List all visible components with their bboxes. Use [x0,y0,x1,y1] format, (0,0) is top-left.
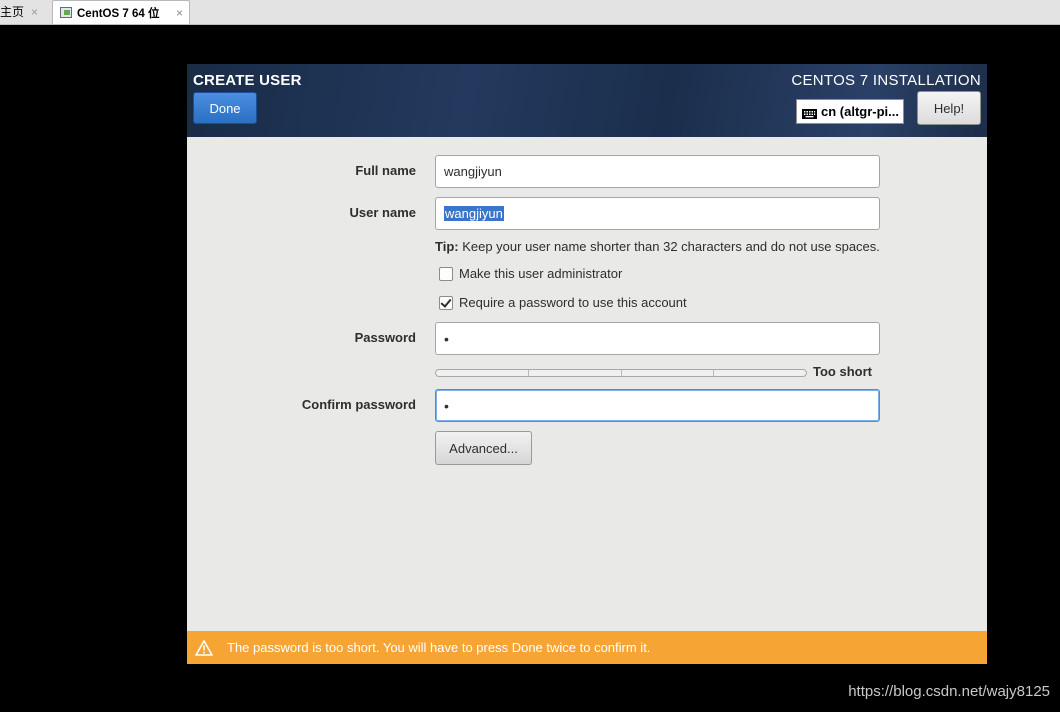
admin-checkbox-row[interactable]: Make this user administrator [439,266,622,281]
create-user-form: Full name wangjiyun User name wangjiyun … [187,137,987,631]
strength-segment [622,370,715,376]
require-password-checkbox[interactable] [439,295,453,310]
installer-header: CREATE USER CENTOS 7 INSTALLATION Done c… [187,64,987,137]
require-password-row[interactable]: Require a password to use this account [439,295,687,310]
admin-checkbox[interactable] [439,266,453,281]
tip-prefix: Tip: [435,239,459,254]
full-name-field[interactable]: wangjiyun [435,155,880,188]
watermark-url: https://blog.csdn.net/wajy8125 [848,683,1050,700]
password-strength-label: Too short [813,364,872,379]
full-name-value: wangjiyun [444,164,502,179]
require-password-label: Require a password to use this account [459,295,687,310]
advanced-button[interactable]: Advanced... [435,431,532,465]
page-title: CREATE USER [193,72,302,89]
keyboard-icon [802,107,817,119]
tab-home[interactable]: 主页 × [0,0,48,23]
keyboard-layout-indicator[interactable]: cn (altgr-pi... [796,99,904,124]
product-title: CENTOS 7 INSTALLATION [791,72,981,89]
warning-bar[interactable]: The password is too short. You will have… [187,631,987,664]
strength-segment [436,370,529,376]
tab-home-label: 主页 [0,5,25,19]
close-icon[interactable]: × [176,6,183,20]
password-value: • [444,330,449,347]
password-strength-bar [435,369,807,377]
warning-icon [195,639,213,656]
tab-vm-label: CentOS 7 64 位 [77,7,160,20]
password-field[interactable]: • [435,322,880,355]
password-label: Password [354,330,416,345]
confirm-password-value: • [444,397,449,414]
admin-checkbox-label: Make this user administrator [459,266,623,281]
help-button[interactable]: Help! [917,91,981,125]
confirm-password-field[interactable]: • [435,389,880,422]
warning-text: The password is too short. You will have… [227,640,651,655]
user-name-label: User name [349,205,416,220]
close-icon[interactable]: × [31,5,38,19]
confirm-password-label: Confirm password [301,397,416,412]
vm-icon [60,7,72,18]
user-name-tip: Tip: Keep your user name shorter than 32… [435,239,880,254]
keyboard-layout-label: cn (altgr-pi... [821,104,899,119]
tip-text: Keep your user name shorter than 32 char… [458,239,880,254]
strength-segment [529,370,622,376]
host-tab-strip: 主页 × CentOS 7 64 位 × [0,0,1060,25]
done-button[interactable]: Done [193,92,257,124]
user-name-field[interactable]: wangjiyun [435,197,880,230]
full-name-label: Full name [355,163,416,178]
installer-window: CREATE USER CENTOS 7 INSTALLATION Done c… [187,64,987,664]
strength-segment [714,370,806,376]
user-name-value: wangjiyun [444,206,504,221]
tab-centos-vm[interactable]: CentOS 7 64 位 × [52,0,190,24]
